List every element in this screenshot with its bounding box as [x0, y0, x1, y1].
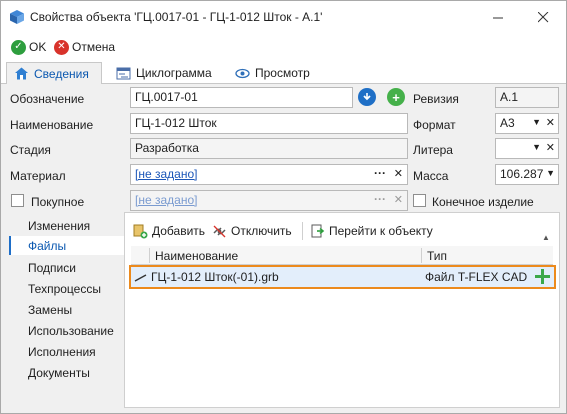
files-panel: Добавить Отключить Перейти к объекту ▲ Н…: [124, 212, 560, 408]
tab-cyclogram[interactable]: Циклограмма: [109, 62, 219, 84]
format-value: А3: [500, 116, 515, 130]
name-field[interactable]: ГЦ-1-012 Шток: [130, 113, 408, 134]
check-icon: ✓: [11, 39, 26, 55]
stage-label: Стадия: [10, 143, 51, 157]
sidebar-item-changes[interactable]: Изменения: [28, 219, 90, 233]
header-divider: [421, 248, 422, 263]
purchased-field[interactable]: [не задано] ··· ✕: [130, 190, 408, 211]
cancel-x-icon: ✕: [54, 39, 69, 55]
material-field[interactable]: [не задано] ··· ✕: [130, 164, 408, 185]
mass-value: 106.287: [500, 167, 544, 181]
designation-field[interactable]: ГЦ.0017-01: [130, 87, 353, 108]
column-header-name[interactable]: Наименование: [155, 249, 238, 263]
revision-label: Ревизия: [413, 92, 459, 106]
litera-select[interactable]: ▼ ✕: [495, 138, 559, 159]
purchased-link[interactable]: [не задано]: [135, 193, 197, 207]
file-type-cell: Файл T-FLEX CAD: [425, 270, 528, 284]
ok-label: OK: [29, 40, 47, 54]
litera-label: Литера: [413, 143, 453, 157]
goto-object-icon: [310, 224, 325, 239]
revision-field[interactable]: А.1: [495, 87, 559, 108]
pen-icon: [133, 270, 148, 288]
mass-label: Масса: [413, 169, 449, 183]
add-file-button[interactable]: Добавить: [133, 221, 205, 241]
sidebar-item-tech-processes[interactable]: Техпроцессы: [28, 282, 101, 296]
tab-preview-label: Просмотр: [255, 66, 310, 80]
designation-select-button[interactable]: [358, 88, 376, 106]
goto-object-button[interactable]: Перейти к объекту: [310, 221, 433, 241]
sidebar-item-files[interactable]: Файлы: [28, 239, 66, 253]
format-chevron-down-icon[interactable]: ▼: [532, 117, 541, 127]
name-label: Наименование: [10, 118, 94, 132]
tab-info-label: Сведения: [34, 66, 89, 81]
plus-icon[interactable]: [534, 268, 551, 288]
format-clear-icon[interactable]: ✕: [546, 116, 555, 129]
add-file-icon: [133, 224, 148, 239]
object-cube-icon: [9, 9, 25, 28]
revision-value: А.1: [500, 90, 519, 104]
material-clear-icon[interactable]: ✕: [394, 167, 403, 180]
unlink-icon: [212, 224, 227, 239]
designation-add-button[interactable]: +: [387, 88, 405, 106]
final-product-label: Конечное изделие: [432, 195, 534, 209]
sidebar-item-documents[interactable]: Документы: [28, 366, 90, 380]
close-button[interactable]: [521, 1, 566, 33]
purchased-checkbox[interactable]: [11, 194, 24, 207]
litera-clear-icon[interactable]: ✕: [546, 141, 555, 154]
material-link[interactable]: [не задано]: [135, 167, 197, 181]
title-bar: Свойства объекта 'ГЦ.0017-01 - ГЦ-1-012 …: [1, 1, 566, 33]
minimize-button[interactable]: [476, 1, 521, 33]
tab-strip: Сведения Циклограмма Просмотр: [1, 60, 566, 85]
designation-label: Обозначение: [10, 92, 85, 106]
purchased-clear-icon[interactable]: ✕: [394, 193, 403, 206]
toolbar-overflow-icon[interactable]: ▲: [542, 233, 550, 242]
sidebar-item-replacements[interactable]: Замены: [28, 303, 72, 317]
header-divider: [149, 248, 150, 263]
sidebar-item-usage[interactable]: Использование: [28, 324, 114, 338]
home-icon: [14, 66, 29, 81]
cancel-label: Отмена: [72, 40, 116, 54]
goto-object-label: Перейти к объекту: [329, 224, 433, 238]
cancel-button[interactable]: ✕ Отмена: [54, 37, 115, 57]
stage-field[interactable]: Разработка: [130, 138, 408, 159]
dialog-toolbar: ✓ OK ✕ Отмена: [1, 33, 566, 60]
tab-cyclogram-label: Циклограмма: [136, 66, 212, 80]
cyclogram-icon: [116, 66, 131, 81]
designation-value: ГЦ.0017-01: [135, 90, 198, 104]
column-header-type[interactable]: Тип: [427, 249, 447, 263]
ok-button[interactable]: ✓ OK: [11, 37, 46, 57]
file-name-cell: ГЦ-1-012 Шток(-01).grb: [151, 270, 279, 284]
purchased-more-button[interactable]: ···: [374, 192, 386, 206]
detach-file-button[interactable]: Отключить: [212, 221, 292, 241]
material-more-button[interactable]: ···: [374, 166, 386, 180]
litera-chevron-down-icon[interactable]: ▼: [532, 142, 541, 152]
stage-value: Разработка: [135, 141, 199, 155]
tab-preview[interactable]: Просмотр: [228, 62, 317, 84]
final-product-checkbox[interactable]: [413, 194, 426, 207]
format-select[interactable]: А3 ▼ ✕: [495, 113, 559, 134]
format-label: Формат: [413, 118, 456, 132]
toolbar-separator: [302, 222, 303, 240]
add-file-label: Добавить: [152, 224, 206, 238]
tab-info[interactable]: Сведения: [6, 62, 102, 85]
sidebar-item-variants[interactable]: Исполнения: [28, 345, 96, 359]
detach-file-label: Отключить: [231, 224, 292, 238]
name-value: ГЦ-1-012 Шток: [135, 116, 217, 130]
sidebar-item-signatures[interactable]: Подписи: [28, 261, 76, 275]
mass-chevron-down-icon[interactable]: ▼: [546, 168, 555, 178]
purchased-label: Покупное: [31, 195, 85, 209]
properties-window: Свойства объекта 'ГЦ.0017-01 - ГЦ-1-012 …: [0, 0, 567, 414]
table-row[interactable]: ГЦ-1-012 Шток(-01).grb Файл T-FLEX CAD: [129, 265, 556, 289]
files-grid-header: Наименование Тип: [131, 246, 553, 265]
mass-select[interactable]: 106.287 ▼: [495, 164, 559, 185]
eye-icon: [235, 66, 250, 81]
sidebar-active-highlight: [9, 236, 125, 255]
material-label: Материал: [10, 169, 66, 183]
window-title: Свойства объекта 'ГЦ.0017-01 - ГЦ-1-012 …: [30, 10, 323, 24]
